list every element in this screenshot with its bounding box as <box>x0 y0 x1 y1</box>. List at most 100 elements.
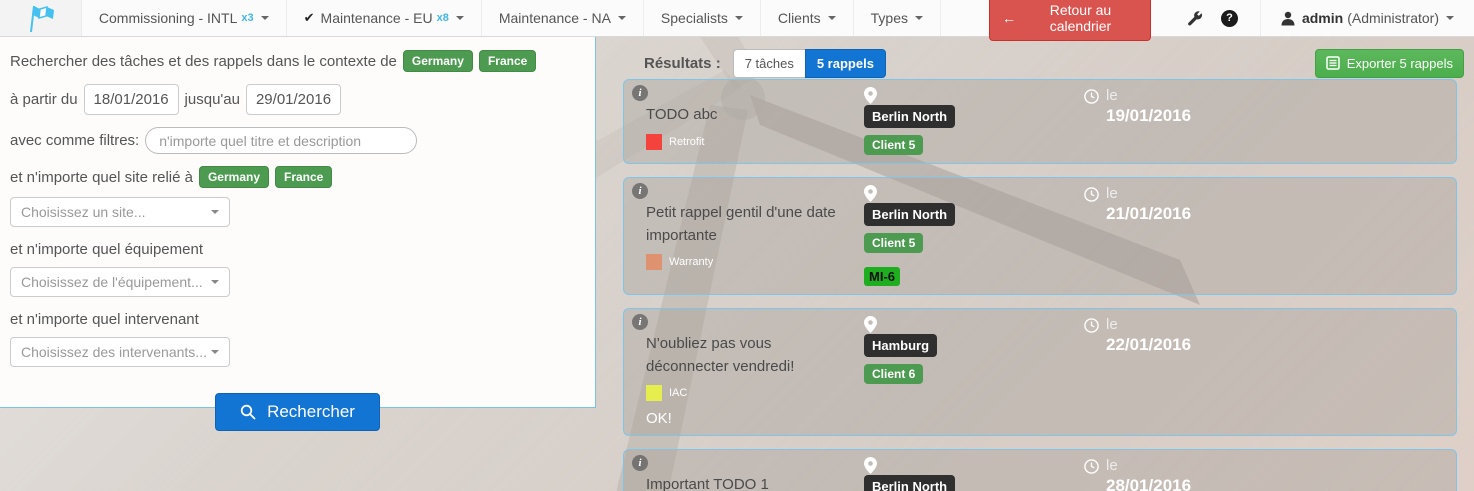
reminder-card[interactable]: i Petit rappel gentil d'une date importa… <box>623 177 1457 295</box>
reminder-card[interactable]: i Important TODO 1 Inspection Berlin Nor… <box>623 449 1457 491</box>
date-prefix: le <box>1106 457 1191 474</box>
back-arrow-icon: ← <box>1002 10 1016 26</box>
search-button-label: Rechercher <box>267 402 355 422</box>
export-button-label: Exporter 5 rappels <box>1347 56 1453 71</box>
nav-item-label: Maintenance - NA <box>499 10 611 26</box>
site-badge: Hamburg <box>864 334 937 357</box>
nav-item-types[interactable]: Types <box>854 0 941 36</box>
context-tag-germany[interactable]: Germany <box>403 50 473 72</box>
info-icon[interactable]: i <box>632 183 648 199</box>
nav-item-count: x8 <box>437 12 449 24</box>
search-icon <box>240 404 256 420</box>
wrench-icon[interactable] <box>1187 10 1203 26</box>
back-to-calendar-label: Retour au calendrier <box>1023 2 1138 34</box>
clock-icon <box>1084 89 1099 104</box>
context-line-label: Rechercher des tâches et des rappels dan… <box>10 53 397 70</box>
reminder-title: Important TODO 1 <box>646 474 851 491</box>
nav-item-specialists[interactable]: Specialists <box>644 0 761 36</box>
reminder-date: 22/01/2016 <box>1106 335 1191 355</box>
site-tag-france[interactable]: France <box>275 166 332 188</box>
clock-icon <box>1084 318 1099 333</box>
chevron-down-icon <box>456 16 464 20</box>
filters-label: avec comme filtres: <box>10 132 139 149</box>
client-badge: Client 6 <box>864 364 923 384</box>
question-glyph: ? <box>1226 12 1233 24</box>
client-badge: Client 5 <box>864 135 923 155</box>
category-color-swatch <box>646 254 662 270</box>
location-pin-icon <box>864 316 877 333</box>
equipment-select-placeholder: Choisissez de l'équipement... <box>21 274 203 290</box>
worker-select[interactable]: Choisissez des intervenants... <box>10 337 230 367</box>
nav-item-maintenance-eu[interactable]: ✔ Maintenance - EU x8 <box>287 0 482 36</box>
site-tag-germany[interactable]: Germany <box>199 166 269 188</box>
chevron-down-icon <box>211 350 219 354</box>
category-label: IAC <box>669 387 687 399</box>
equipment-label: et n'importe quel équipement <box>10 241 203 258</box>
results-area: Résultats : 7 tâches 5 rappels Exporter … <box>623 37 1464 491</box>
equipment-badge: MI-6 <box>864 267 900 286</box>
date-from-label: à partir du <box>10 91 78 108</box>
reminder-card[interactable]: i N'oubliez pas vous déconnecter vendred… <box>623 308 1457 436</box>
category-color-swatch <box>646 385 662 401</box>
reminder-title: N'oubliez pas vous déconnecter vendredi! <box>646 333 851 378</box>
date-to-input[interactable] <box>246 84 341 115</box>
date-prefix: le <box>1106 87 1191 104</box>
site-badge: Berlin North <box>864 475 955 491</box>
worker-select-placeholder: Choisissez des intervenants... <box>21 344 207 360</box>
chevron-down-icon <box>828 16 836 20</box>
reminder-date: 28/01/2016 <box>1106 476 1191 491</box>
app-logo[interactable] <box>0 0 82 36</box>
clock-icon <box>1084 459 1099 474</box>
back-to-calendar-button[interactable]: ← Retour au calendrier <box>989 0 1151 41</box>
reminder-description: OK! <box>646 410 854 427</box>
nav-item-label: Specialists <box>661 10 728 26</box>
chevron-down-icon <box>1446 16 1454 20</box>
flag-logo-icon <box>24 2 56 34</box>
chevron-down-icon <box>735 16 743 20</box>
context-tag-france[interactable]: France <box>479 50 536 72</box>
reminder-card[interactable]: i TODO abc Retrofit Berlin North Client … <box>623 79 1457 164</box>
nav-tools-group: ? <box>1165 0 1261 36</box>
date-prefix: le <box>1106 316 1191 333</box>
results-header: Résultats : 7 tâches 5 rappels Exporter … <box>623 37 1464 79</box>
nav-item-clients[interactable]: Clients <box>761 0 854 36</box>
site-badge: Berlin North <box>864 203 955 226</box>
info-icon[interactable]: i <box>632 455 648 471</box>
title-filter-input[interactable] <box>145 127 417 154</box>
search-panel: Rechercher des tâches et des rappels dan… <box>0 37 596 408</box>
search-button[interactable]: Rechercher <box>215 393 380 431</box>
user-name: admin <box>1302 10 1343 26</box>
info-icon[interactable]: i <box>632 85 648 101</box>
site-select-placeholder: Choisissez un site... <box>21 204 146 220</box>
top-navbar: Commissioning - INTL x3 ✔ Maintenance - … <box>0 0 1474 37</box>
clock-icon <box>1084 187 1099 202</box>
location-pin-icon <box>864 457 877 474</box>
help-icon[interactable]: ? <box>1221 10 1238 27</box>
user-menu[interactable]: admin (Administrator) <box>1261 0 1474 36</box>
export-button[interactable]: Exporter 5 rappels <box>1315 49 1464 78</box>
nav-spacer <box>941 0 975 36</box>
chevron-down-icon <box>261 16 269 20</box>
user-role: (Administrator) <box>1347 10 1439 26</box>
site-badge: Berlin North <box>864 105 955 128</box>
tab-rappels[interactable]: 5 rappels <box>805 49 886 78</box>
check-icon: ✔ <box>304 10 315 26</box>
export-list-icon <box>1326 56 1340 70</box>
location-pin-icon <box>864 185 877 202</box>
category-color-swatch <box>646 134 662 150</box>
nav-item-commissioning-intl[interactable]: Commissioning - INTL x3 <box>82 0 287 36</box>
chevron-down-icon <box>211 210 219 214</box>
client-badge: Client 5 <box>864 233 923 253</box>
reminder-title: Petit rappel gentil d'une date important… <box>646 202 851 247</box>
nav-item-label: Clients <box>778 10 821 26</box>
date-from-input[interactable] <box>84 84 179 115</box>
nav-item-label: Maintenance - EU <box>321 10 433 26</box>
nav-item-maintenance-na[interactable]: Maintenance - NA <box>482 0 644 36</box>
tab-taches[interactable]: 7 tâches <box>733 49 805 78</box>
equipment-select[interactable]: Choisissez de l'équipement... <box>10 267 230 297</box>
info-icon[interactable]: i <box>632 314 648 330</box>
reminder-date: 19/01/2016 <box>1106 106 1191 126</box>
chevron-down-icon <box>915 16 923 20</box>
site-select[interactable]: Choisissez un site... <box>10 197 230 227</box>
reminder-title: TODO abc <box>646 104 851 127</box>
